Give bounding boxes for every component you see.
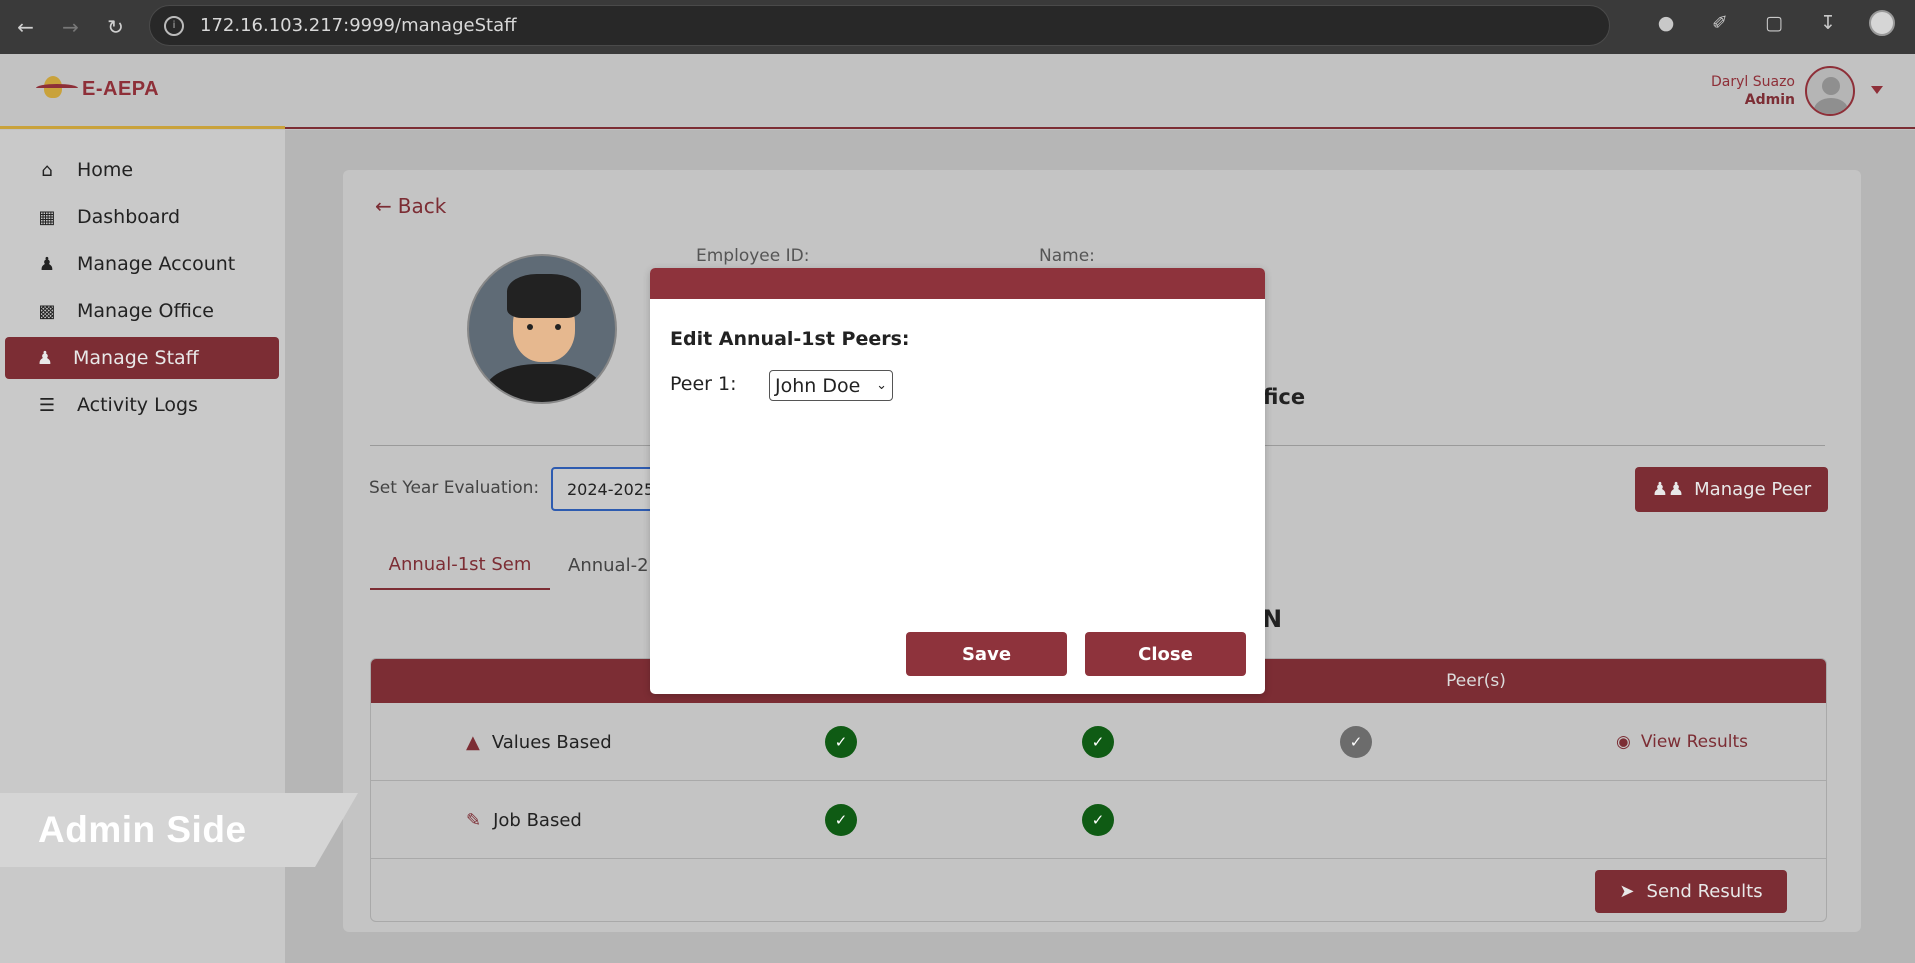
user-menu[interactable]: Daryl Suazo Admin — [1711, 66, 1855, 116]
user-role: Admin — [1744, 92, 1795, 108]
logo-text: E-AEPA — [82, 77, 160, 100]
users-icon: ♟ — [38, 253, 56, 275]
download-icon[interactable]: ↧ — [1815, 10, 1841, 36]
close-button[interactable]: Close — [1085, 632, 1246, 676]
extensions-icon[interactable]: ▢ — [1761, 10, 1787, 36]
users-icon: ♟♟ — [1651, 479, 1685, 500]
home-icon: ⌂ — [41, 159, 53, 181]
user-name: Daryl Suazo — [1711, 74, 1795, 90]
sidebar-item-label: Dashboard — [77, 206, 181, 228]
browser-toolbar: ← → ↻ i 172.16.103.217:9999/manageStaff … — [0, 0, 1915, 54]
check-badge-icon: ✓ — [1085, 807, 1111, 833]
back-link[interactable]: ← Back — [375, 194, 446, 218]
site-info-icon[interactable]: i — [164, 15, 184, 36]
section-title: N — [1262, 605, 1283, 633]
sidebar-item-manage-account[interactable]: ♟ Manage Account — [5, 243, 279, 285]
sidebar-item-manage-staff[interactable]: ♟ Manage Staff — [5, 337, 279, 379]
sidebar-item-label: Manage Account — [77, 253, 236, 275]
view-results-link[interactable]: ◉ View Results — [1616, 703, 1748, 781]
logo-mark-icon — [36, 70, 78, 108]
check-badge-icon: ✓ — [1085, 729, 1111, 755]
check-badge-icon: ✓ — [1343, 729, 1369, 755]
header-accent-red — [285, 127, 1915, 129]
scroll-icon: ✎ — [466, 809, 482, 831]
sidebar-item-label: Manage Staff — [73, 347, 199, 369]
tab-annual-2nd-sem[interactable]: Annual-2 — [568, 540, 648, 590]
chevron-down-icon[interactable] — [1871, 86, 1883, 94]
employee-avatar — [467, 254, 617, 404]
profile-icon[interactable] — [1869, 10, 1895, 36]
table-row: ✎ Job Based ✓ ✓ — [371, 781, 1826, 859]
tab-annual-1st-sem[interactable]: Annual-1st Sem — [370, 540, 550, 590]
building-icon: ▩ — [38, 300, 56, 322]
eyedropper-icon[interactable]: ✐ — [1707, 10, 1733, 36]
app-logo[interactable]: E-AEPA — [36, 70, 159, 108]
graduation-cap-icon: ▲ — [466, 731, 480, 753]
paper-plane-icon: ➤ — [1619, 881, 1635, 902]
app-header — [0, 54, 1915, 130]
modal-header — [650, 268, 1265, 299]
forward-icon[interactable]: → — [53, 9, 88, 44]
sidebar-item-dashboard[interactable]: ▦ Dashboard — [5, 196, 279, 238]
employee-id-label: Employee ID: — [696, 246, 810, 266]
sidebar-item-home[interactable]: ⌂ Home — [5, 149, 279, 191]
admin-side-ribbon: Admin Side — [0, 793, 358, 867]
view-results-label: View Results — [1640, 732, 1748, 752]
sidebar-item-label: Manage Office — [77, 300, 214, 322]
back-icon[interactable]: ← — [8, 9, 43, 44]
sidebar-item-label: Home — [77, 159, 134, 181]
mic-icon[interactable]: ● — [1653, 10, 1679, 36]
peer-1-label: Peer 1: — [670, 373, 737, 395]
peer-1-select[interactable]: John Doe ⌄ — [769, 370, 893, 401]
name-label: Name: — [1039, 246, 1095, 266]
url-text: 172.16.103.217:9999/manageStaff — [200, 15, 517, 36]
ribbon-text: Admin Side — [38, 809, 247, 850]
send-results-button[interactable]: ➤ Send Results — [1595, 870, 1787, 913]
year-evaluation-label: Set Year Evaluation: — [369, 478, 540, 498]
back-label: Back — [397, 194, 447, 218]
user-icon: ♟ — [36, 347, 54, 369]
address-bar[interactable]: i 172.16.103.217:9999/manageStaff — [149, 5, 1610, 46]
reload-icon[interactable]: ↻ — [98, 9, 133, 44]
edit-peers-modal: Edit Annual-1st Peers: Peer 1: John Doe … — [650, 268, 1265, 694]
sidebar-item-activity-logs[interactable]: ☰ Activity Logs — [5, 384, 279, 426]
dashboard-icon: ▦ — [38, 206, 56, 228]
manage-peer-label: Manage Peer — [1694, 479, 1812, 500]
check-badge-icon: ✓ — [828, 807, 854, 833]
row-label: Job Based — [493, 809, 582, 831]
header-accent-gold — [0, 126, 285, 129]
list-icon: ☰ — [38, 394, 56, 416]
arrow-left-icon: ← — [375, 194, 392, 218]
table-row: ▲ Values Based ✓ ✓ ✓ ◉ View Results — [371, 703, 1826, 781]
sidebar-item-label: Activity Logs — [77, 394, 198, 416]
eye-icon: ◉ — [1616, 732, 1631, 752]
peers-column-header: Peer(s) — [1446, 671, 1506, 691]
row-label: Values Based — [491, 731, 612, 753]
send-results-label: Send Results — [1646, 881, 1763, 902]
peer-1-value: John Doe — [775, 374, 861, 397]
sidebar-item-manage-office[interactable]: ▩ Manage Office — [5, 290, 279, 332]
modal-title: Edit Annual-1st Peers: — [670, 328, 910, 350]
avatar[interactable] — [1805, 66, 1855, 116]
manage-peer-button[interactable]: ♟♟ Manage Peer — [1635, 467, 1828, 512]
chevron-down-icon: ⌄ — [876, 378, 887, 393]
check-badge-icon: ✓ — [828, 729, 854, 755]
save-button[interactable]: Save — [906, 632, 1067, 676]
